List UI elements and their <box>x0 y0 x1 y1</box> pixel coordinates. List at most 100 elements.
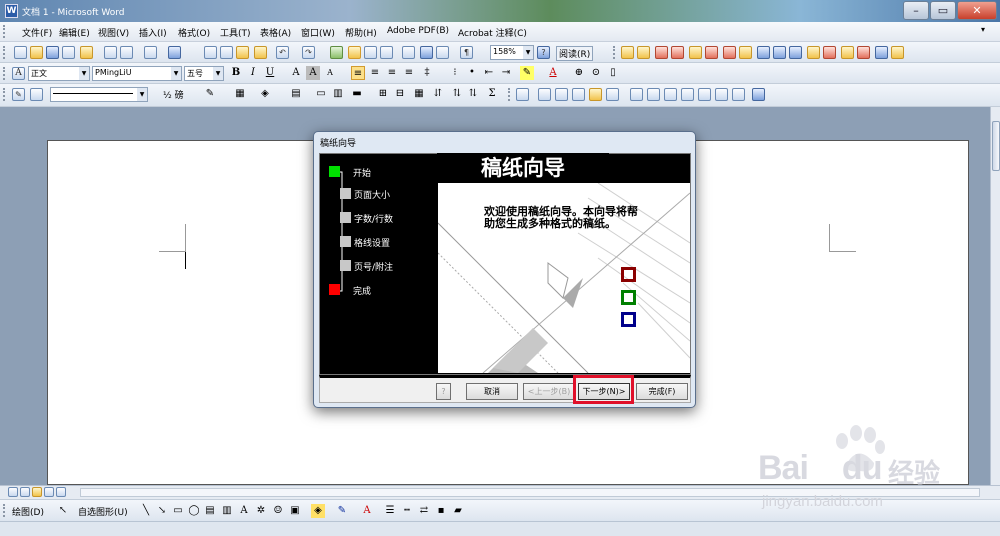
picture-extra-icon[interactable] <box>752 88 765 101</box>
menu-view[interactable]: 视图(V) <box>98 26 129 39</box>
distribute-rows-icon[interactable]: ⊞ <box>376 87 390 101</box>
sort-ascending-icon[interactable]: ⇅ <box>450 87 464 101</box>
toolbar-grip[interactable] <box>3 504 6 517</box>
align-cell-icon[interactable]: ▬ <box>350 87 364 101</box>
text-direction-icon[interactable]: ⇵ <box>431 87 445 101</box>
find-icon[interactable] <box>637 46 650 59</box>
shadow-style-icon[interactable]: ▪ <box>434 504 448 518</box>
table-autoformat-icon[interactable]: ▦ <box>412 87 426 101</box>
char-border-icon[interactable]: A <box>289 66 303 80</box>
columns-icon[interactable] <box>402 46 415 59</box>
wordart-icon[interactable]: A <box>237 504 251 518</box>
insert-table-menu-icon[interactable]: ▤ <box>289 87 303 101</box>
markup-icon[interactable] <box>723 46 736 59</box>
paste-icon[interactable] <box>236 46 249 59</box>
format-picture-icon[interactable] <box>681 88 694 101</box>
toolbar-grip[interactable] <box>508 88 511 101</box>
word-app-icon[interactable]: W <box>5 4 18 18</box>
draw-menu-button[interactable]: 绘图(D) <box>12 505 44 518</box>
line-style-select[interactable]: ▼ <box>50 87 148 102</box>
sign-icon[interactable] <box>773 46 786 59</box>
help-icon[interactable]: ? <box>537 46 550 59</box>
highlight-color-icon[interactable]: ✎ <box>520 66 534 80</box>
sort-descending-icon[interactable]: ⇅ <box>466 87 480 101</box>
select-objects-icon[interactable]: ↖ <box>56 504 70 518</box>
decrease-indent-icon[interactable]: ⇤ <box>482 66 496 80</box>
compress-icon[interactable] <box>647 88 660 101</box>
increase-indent-icon[interactable]: ⇥ <box>499 66 513 80</box>
web-view-icon[interactable] <box>20 487 30 497</box>
contrast-icon[interactable] <box>555 88 568 101</box>
toolbar-grip[interactable] <box>613 46 616 59</box>
close-button[interactable]: ✕ <box>957 1 997 20</box>
menu-edit[interactable]: 编辑(E) <box>59 26 90 39</box>
arrow-icon[interactable]: ↘ <box>155 504 169 518</box>
smiley-icon[interactable] <box>891 46 904 59</box>
insert-table-icon[interactable] <box>364 46 377 59</box>
align-right-icon[interactable]: ≡ <box>385 66 399 80</box>
font-select[interactable]: PMingLiU ▼ <box>92 66 182 81</box>
split-cells-icon[interactable]: ▥ <box>331 87 345 101</box>
toolbar-grip[interactable] <box>3 46 6 59</box>
clipart-icon[interactable]: ☺ <box>271 504 285 518</box>
rectangle-icon[interactable]: ▭ <box>171 504 185 518</box>
font-color-icon[interactable]: A <box>546 66 560 80</box>
style-select[interactable]: 正文 ▼ <box>28 66 90 81</box>
menu-acrobat-comments[interactable]: Acrobat 注释(C) <box>458 26 527 39</box>
insert-picture-icon[interactable] <box>516 88 529 101</box>
show-hide-icon[interactable]: ¶ <box>460 46 473 59</box>
highlight-icon[interactable] <box>739 46 752 59</box>
permission-icon[interactable] <box>62 46 75 59</box>
align-justify-icon[interactable]: ≡ <box>351 66 365 80</box>
arrow-style-icon[interactable]: ⇄ <box>417 504 431 518</box>
draw-font-color-icon[interactable]: A <box>360 504 374 518</box>
underline-button[interactable]: U <box>263 66 277 80</box>
oval-icon[interactable]: ◯ <box>187 504 201 518</box>
normal-view-icon[interactable] <box>8 487 18 497</box>
scroll-thumb[interactable] <box>992 121 1000 171</box>
menu-help[interactable]: 帮助(H) <box>345 26 377 39</box>
styles-pane-icon[interactable]: A <box>12 67 25 80</box>
attach-icon[interactable] <box>705 46 718 59</box>
merge-cells-icon[interactable]: ▭ <box>314 87 328 101</box>
font-size-select[interactable]: 五号 ▼ <box>184 66 224 81</box>
menu-format[interactable]: 格式(O) <box>178 26 210 39</box>
draw-table-icon[interactable]: ✎ <box>12 88 25 101</box>
pdf-icon[interactable] <box>857 46 870 59</box>
help-button[interactable]: ? <box>436 383 451 400</box>
dash-style-icon[interactable]: ┅ <box>400 504 414 518</box>
comment-icon[interactable] <box>671 46 684 59</box>
phonetic-guide-icon[interactable]: ⊕ <box>572 66 586 80</box>
open-folder-icon[interactable] <box>30 46 43 59</box>
back-button[interactable]: <上一步(B) <box>523 383 575 400</box>
menu-tools[interactable]: 工具(T) <box>220 26 251 39</box>
pdf-export-icon[interactable] <box>823 46 836 59</box>
share-icon[interactable] <box>789 46 802 59</box>
outside-border-icon[interactable]: ▦ <box>233 87 247 101</box>
italic-button[interactable]: I <box>246 66 260 80</box>
vertical-textbox-icon[interactable]: ▥ <box>220 504 234 518</box>
minimize-button[interactable]: – <box>903 1 929 20</box>
color-icon[interactable] <box>538 88 551 101</box>
spelling-icon[interactable] <box>144 46 157 59</box>
insert-excel-icon[interactable] <box>380 46 393 59</box>
email-icon[interactable] <box>80 46 93 59</box>
autosum-icon[interactable]: Σ <box>485 87 499 101</box>
zoom-select[interactable]: 158% ▼ <box>490 45 534 60</box>
document-map-icon[interactable] <box>436 46 449 59</box>
line-weight-icon[interactable]: ☰ <box>383 504 397 518</box>
acrobat-tool-icon[interactable] <box>621 46 634 59</box>
fill-color-icon[interactable]: ◈ <box>311 504 325 518</box>
vertical-scrollbar[interactable] <box>990 107 1000 485</box>
line-icon[interactable]: ╲ <box>139 504 153 518</box>
distribute-columns-icon[interactable]: ⊟ <box>393 87 407 101</box>
menu-window[interactable]: 窗口(W) <box>301 26 335 39</box>
set-transparent-icon[interactable] <box>698 88 711 101</box>
reset-picture-icon[interactable] <box>715 88 728 101</box>
reviewer-icon[interactable] <box>757 46 770 59</box>
toolbar-grip[interactable] <box>3 25 6 38</box>
char-border-box-icon[interactable]: ▯ <box>606 66 620 80</box>
align-center-icon[interactable]: ≡ <box>368 66 382 80</box>
format-painter-icon[interactable] <box>254 46 267 59</box>
stamp-icon[interactable] <box>655 46 668 59</box>
